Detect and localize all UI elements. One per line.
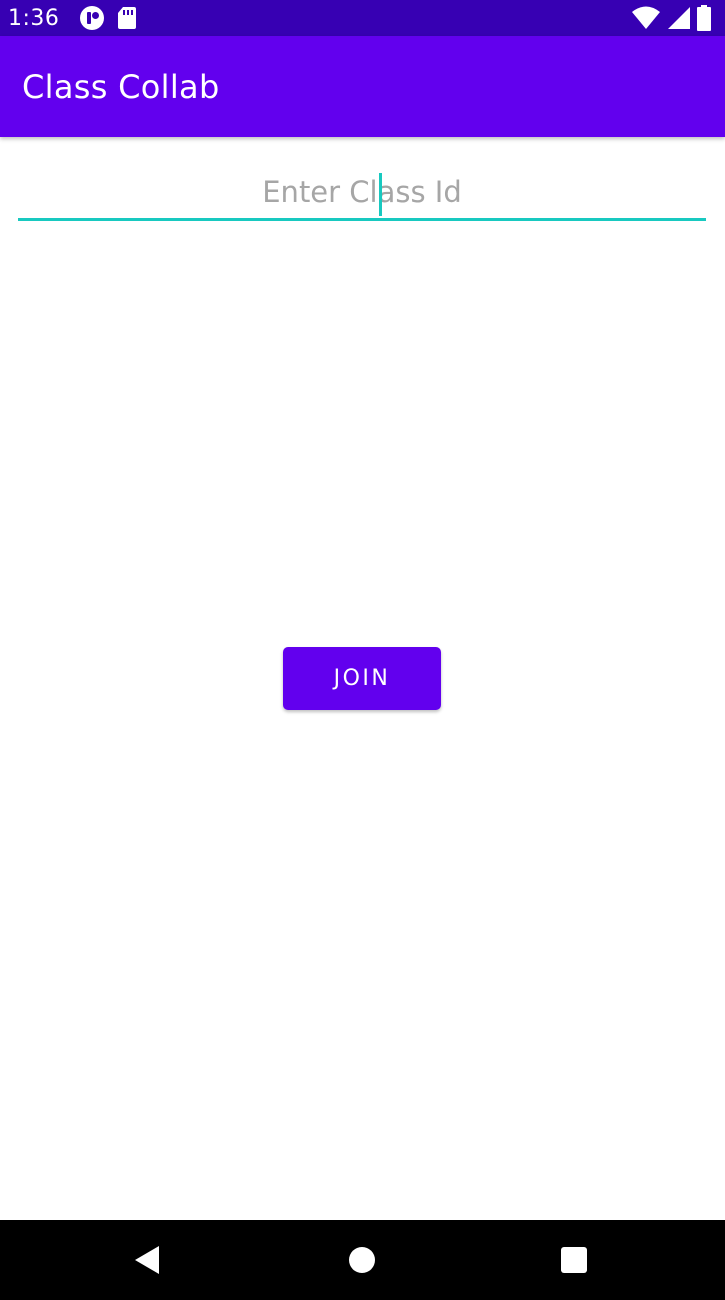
screen: 1:36 Class Collab Enter Class Id JOIN	[0, 0, 725, 1300]
class-id-input[interactable]	[18, 165, 706, 221]
status-bar: 1:36	[0, 0, 725, 36]
app-title: Class Collab	[22, 67, 220, 106]
text-cursor	[379, 173, 382, 216]
back-button[interactable]	[102, 1220, 192, 1300]
join-button[interactable]: JOIN	[283, 647, 441, 710]
status-bar-right	[631, 5, 717, 31]
sd-card-icon	[117, 6, 137, 30]
wifi-icon	[631, 6, 661, 30]
app-bar: Class Collab	[0, 36, 725, 137]
back-icon	[133, 1244, 161, 1276]
status-time: 1:36	[8, 5, 60, 31]
notification-app-icon	[79, 5, 105, 31]
class-id-field	[18, 165, 706, 225]
battery-icon	[697, 5, 711, 31]
recents-icon	[560, 1246, 588, 1274]
status-bar-left: 1:36	[8, 5, 149, 31]
home-icon	[348, 1246, 376, 1274]
navigation-bar	[0, 1220, 725, 1300]
cell-signal-icon	[667, 6, 691, 30]
home-button[interactable]	[317, 1220, 407, 1300]
recents-button[interactable]	[529, 1220, 619, 1300]
